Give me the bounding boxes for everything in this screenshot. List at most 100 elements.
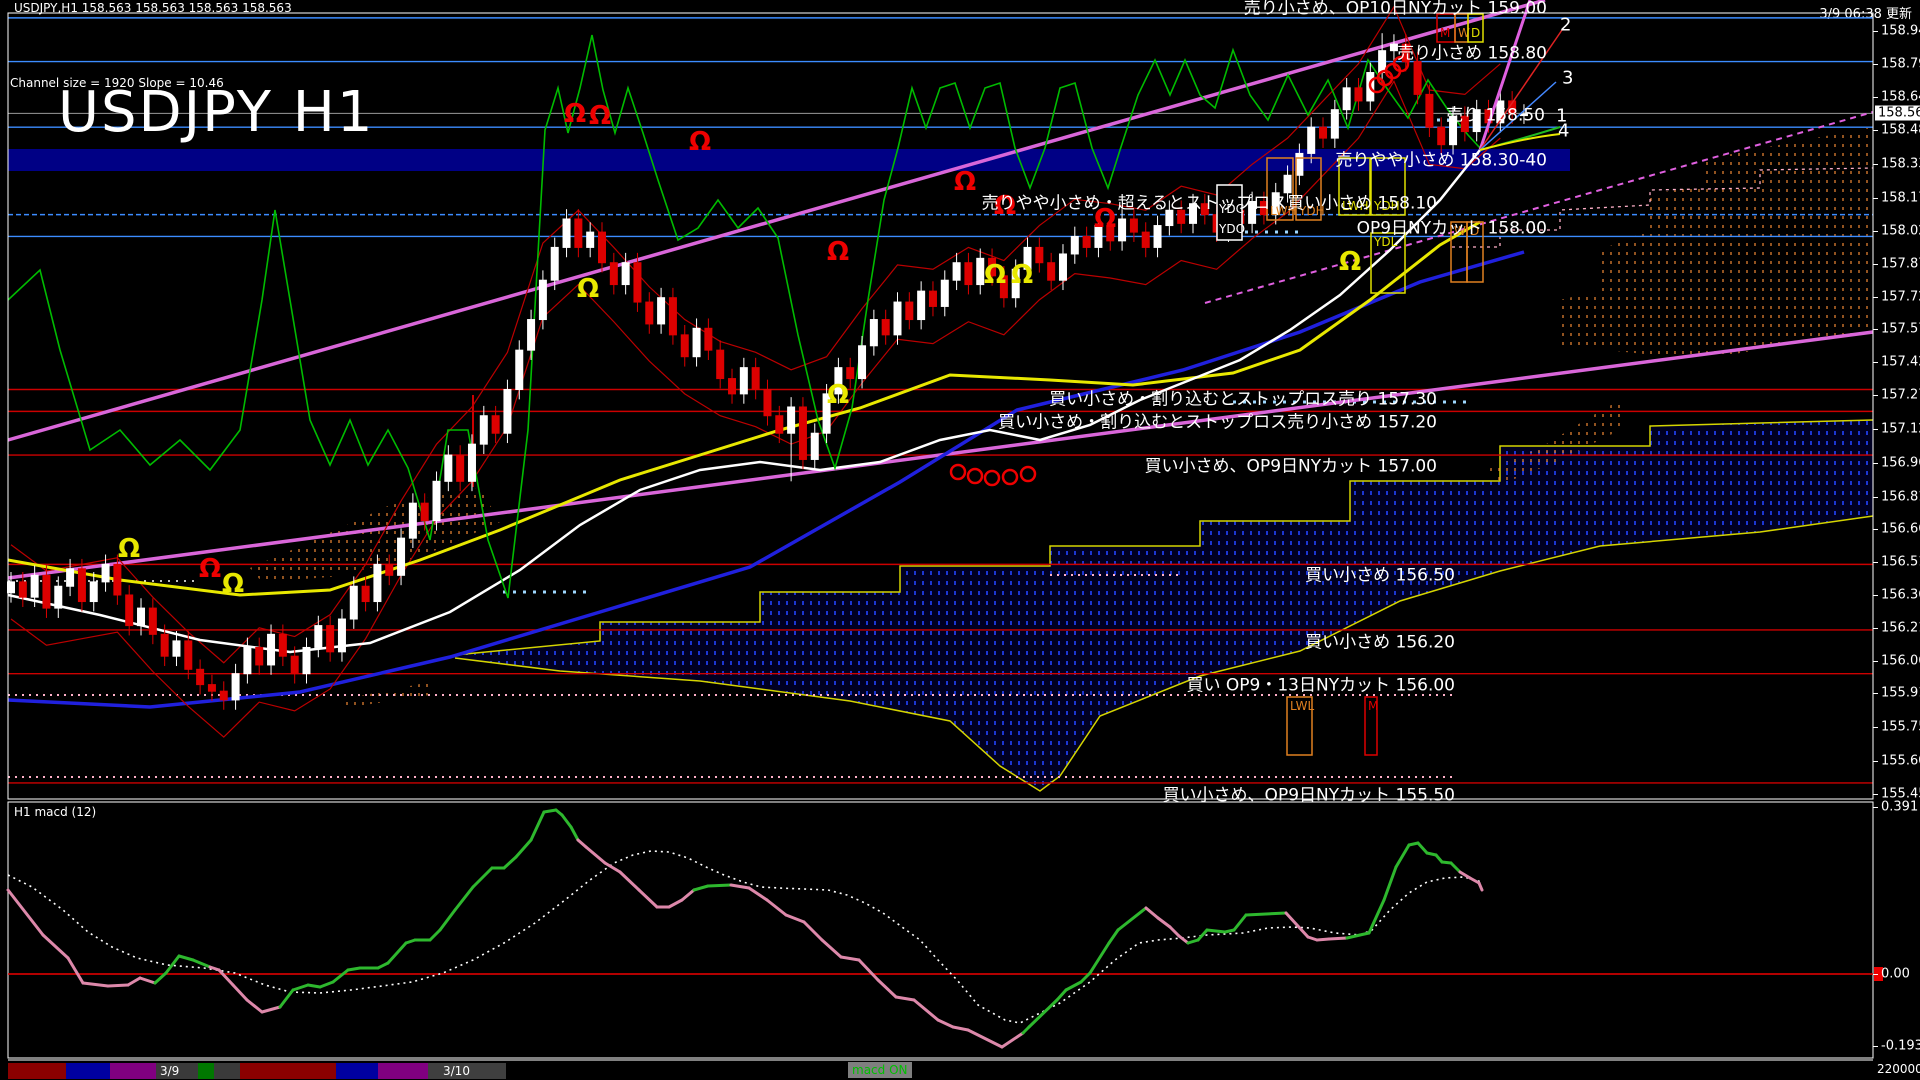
price-tick: 157.875 <box>1881 256 1920 272</box>
macd-line-segment <box>729 883 751 890</box>
macd-line-segment <box>1468 876 1481 885</box>
macd-line-segment <box>346 966 362 972</box>
macd-line-segment <box>438 908 457 932</box>
macd-line-segment <box>106 983 130 988</box>
order-annotation: 売り小さめ 158.80 <box>1397 43 1547 64</box>
macd-line-segment <box>291 983 310 992</box>
symbol-watermark: USDJPY H1 <box>58 80 375 145</box>
macd-line-segment <box>692 884 710 892</box>
macd-tick: 0.00 <box>1881 966 1910 982</box>
order-annotation: 買い小さめ・割り込むとストップロス売り 157.30 <box>1049 389 1437 410</box>
macd-line-segment <box>839 955 861 962</box>
macd-line-segment <box>951 1025 970 1032</box>
macd-line-segment <box>260 1005 282 1014</box>
macd-line-segment <box>603 861 622 874</box>
timeline-session-segment <box>8 1063 66 1079</box>
macd-line-segment <box>820 938 843 959</box>
fan-line-number: 4 <box>1558 120 1570 142</box>
macd-line-segment <box>1477 881 1484 892</box>
order-annotation: OP9日NYカット 158.00 <box>1356 218 1547 239</box>
macd-line-segment <box>936 1018 955 1029</box>
macd-line-segment <box>560 813 573 829</box>
macd-line-segment <box>529 810 546 842</box>
price-tick: 155.755 <box>1881 719 1920 735</box>
arrow-mark: Ω <box>589 101 611 131</box>
macd-line-segment <box>1186 938 1200 945</box>
macd-line-segment <box>138 976 157 985</box>
mt4-chart-window: USDJPY,H1 158.563 158.563 158.563 158.56… <box>0 0 1920 1080</box>
volume-axis-label: 220000 <box>1877 1062 1920 1076</box>
fan-line-number: 2 <box>1560 14 1572 36</box>
macd-line-segment <box>386 941 408 965</box>
price-tick: 158.640 <box>1881 89 1920 105</box>
arrow-mark: Ω <box>199 554 221 584</box>
macd-line-segment <box>802 920 824 942</box>
macd-line-segment <box>784 913 806 924</box>
timeline-session-segment <box>198 1063 214 1079</box>
ichimoku-cloud-orange <box>340 682 430 708</box>
macd-line-segment <box>331 968 350 984</box>
macd-line-segment <box>66 956 85 985</box>
price-tick: 156.210 <box>1881 620 1920 636</box>
ydc-box-label: YDO <box>1218 222 1245 236</box>
macd-line-segment <box>667 898 684 909</box>
macd-line-segment <box>1144 906 1160 920</box>
macd-line-segment <box>680 888 696 902</box>
arrow-mark: Ω <box>222 569 244 599</box>
arrow-mark: Ω <box>689 127 711 157</box>
macd-line-segment <box>912 998 940 1022</box>
macd-line-segment <box>1394 843 1411 869</box>
timeline-date[interactable]: 3/9 <box>160 1064 179 1078</box>
arrow-mark: Ω <box>1339 247 1361 277</box>
current-price-tag: 158.563 <box>1875 105 1920 121</box>
macd-signal-line <box>7 850 1483 1024</box>
macd-line-segment <box>245 998 264 1014</box>
price-tick: 156.965 <box>1881 455 1920 471</box>
macd-line-segment <box>231 983 249 1002</box>
macd-line-segment <box>894 995 916 1002</box>
macd-line-segment <box>876 978 898 999</box>
price-tick: 157.575 <box>1881 321 1920 337</box>
macd-line-segment <box>453 885 475 912</box>
fan-line-number: 3 <box>1562 67 1574 89</box>
price-tick: 157.120 <box>1881 421 1920 437</box>
macd-line-segment <box>318 980 335 989</box>
main-chart-area[interactable]: Ω Ω Ω Ω Ω Ω Ω Ω Ω Ω Ω Ω Ω Ω Ω M W D LWH YDH LWH YDH YDL W D LWL M Y… <box>0 0 1920 1080</box>
macd-line-segment <box>1367 898 1386 935</box>
price-tick: 156.060 <box>1881 653 1920 669</box>
macd-line-segment <box>1315 937 1331 942</box>
price-tick: 156.810 <box>1881 489 1920 505</box>
chart-canvas[interactable]: Ω ΩΩΩΩΩ ΩΩΩ Ω ΩΩΩΩΩM W DLWH YDH LWH YDHYDLW DLWL MY… <box>0 0 1920 1080</box>
macd-line-segment <box>1327 936 1349 941</box>
macd-tick: -0.193 <box>1881 1038 1920 1054</box>
timeline-session-segment <box>240 1063 336 1079</box>
price-tick: 155.910 <box>1881 685 1920 701</box>
macd-line-segment <box>584 845 607 865</box>
macd-line-segment <box>1055 988 1068 1002</box>
timeline-date[interactable]: 3/10 <box>443 1064 470 1078</box>
price-tick: 157.425 <box>1881 354 1920 370</box>
signal-circle <box>949 463 967 481</box>
macd-line-segment <box>1064 980 1083 992</box>
macd-line-segment <box>857 958 880 982</box>
timeline-session-segment <box>336 1063 378 1079</box>
macd-line-segment <box>618 870 641 892</box>
macd-line-segment <box>1027 998 1059 1029</box>
price-tick: 156.660 <box>1881 521 1920 537</box>
price-tick: 156.510 <box>1881 554 1920 570</box>
macd-line-segment <box>1088 941 1111 975</box>
macd-line-segment <box>1000 1031 1025 1049</box>
macd-line-segment <box>1205 928 1227 934</box>
macd-line-segment <box>542 808 558 814</box>
price-tick: 156.360 <box>1881 587 1920 603</box>
order-annotation: 買い小さめ、OP9日NYカット 155.50 <box>1162 785 1455 806</box>
signal-circle <box>966 467 984 485</box>
macd-line-segment <box>569 825 580 842</box>
macd-on-badge[interactable]: macd ON <box>848 1062 912 1078</box>
arrow-mark: Ω <box>577 274 599 304</box>
price-tick: 158.330 <box>1881 156 1920 172</box>
signal-circle <box>1001 468 1019 486</box>
macd-line-segment <box>1345 933 1362 940</box>
timeline-session-segment <box>66 1063 110 1079</box>
ichimoku-cloud-orange <box>1560 127 1873 360</box>
